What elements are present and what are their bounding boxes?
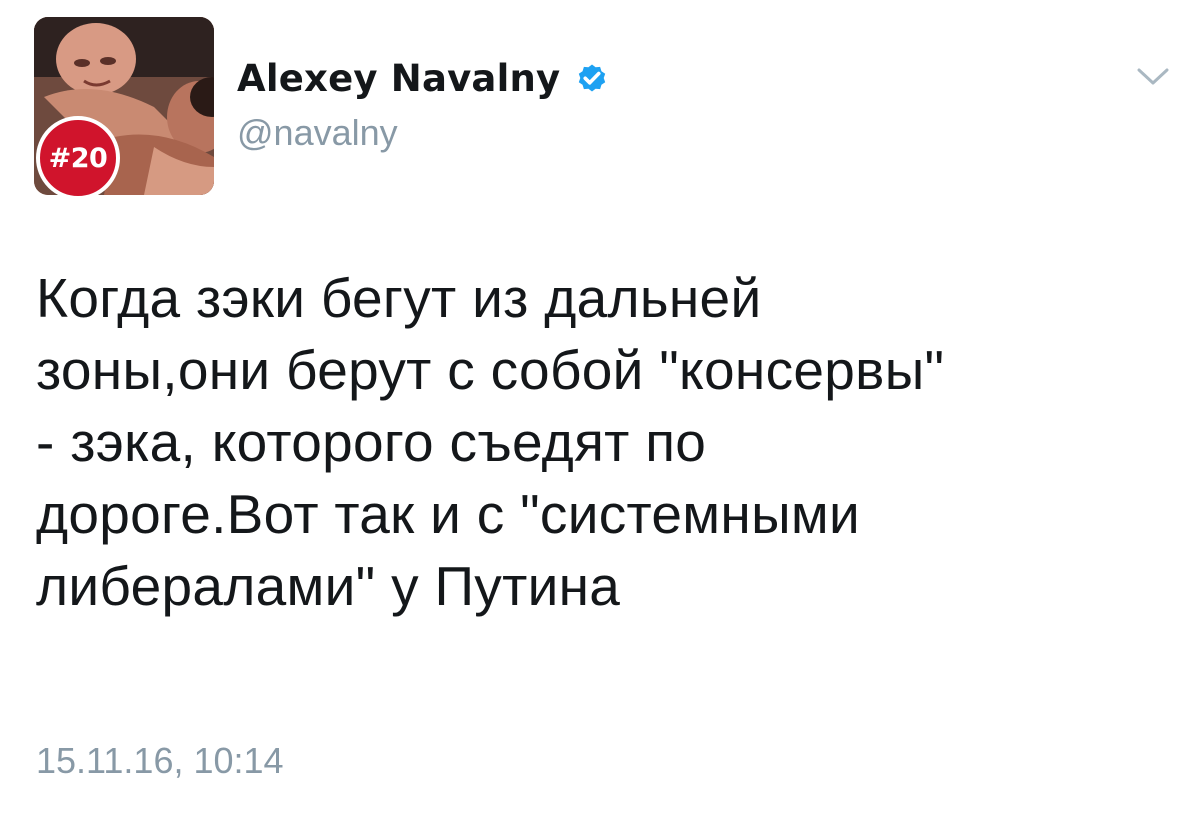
author-display-name[interactable]: Alexey Navalny (237, 57, 560, 100)
tweet-card: #20 Alexey Navalny @navalny Когда зэки б… (0, 0, 1200, 817)
author-handle[interactable]: @navalny (237, 112, 398, 154)
avatar-badge: #20 (36, 116, 120, 200)
chevron-down-icon[interactable] (1136, 66, 1170, 88)
verified-badge-icon (579, 64, 606, 92)
tweet-timestamp[interactable]: 15.11.16, 10:14 (36, 740, 284, 782)
tweet-text: Когда зэки бегут из дальней зоны,они бер… (36, 267, 945, 617)
author-name-row: Alexey Navalny (237, 50, 610, 106)
